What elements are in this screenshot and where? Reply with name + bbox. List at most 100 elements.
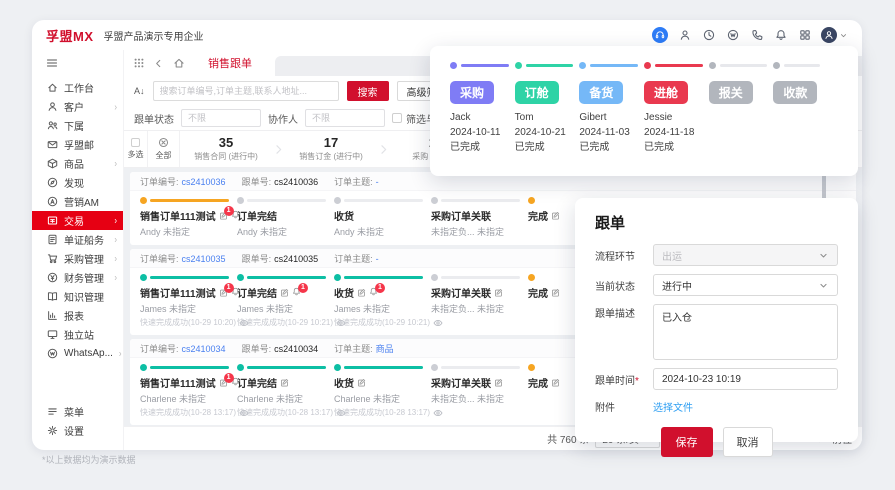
sidebar-item-book[interactable]: 知识管理 — [32, 287, 123, 306]
step-line — [247, 199, 326, 202]
related-to-me-checkbox[interactable] — [392, 113, 402, 123]
product-icon — [46, 158, 58, 170]
step-title: 订单完结 1 — [237, 282, 326, 300]
sort-icon[interactable]: A↓ — [134, 86, 145, 96]
sidebar-item-menu[interactable]: 菜单 — [32, 402, 123, 421]
timeline-step: 订单完结 Andy 未指定 — [237, 196, 334, 238]
back-chevron-icon[interactable] — [152, 57, 165, 70]
workflow-step-badge[interactable]: 进舱 — [644, 81, 689, 104]
step-track — [237, 196, 326, 205]
step-status: 快速完成成功(10-28 13:17) — [140, 407, 249, 418]
sidebar-item-doc[interactable]: 单证船务 › — [32, 230, 123, 249]
workflow-line — [784, 64, 820, 67]
edit-icon[interactable] — [551, 211, 560, 220]
sidebar-item-home[interactable]: 工作台 — [32, 78, 123, 97]
phone-icon[interactable] — [749, 28, 764, 43]
choose-file-link[interactable]: 选择文件 — [653, 399, 693, 414]
home-icon[interactable] — [172, 57, 185, 70]
apps-grid-icon[interactable] — [132, 57, 145, 70]
step-assignees: Charlene 未指定 — [237, 394, 304, 404]
step-title: 销售订单111测试 1 — [140, 282, 239, 300]
step-track — [237, 363, 326, 372]
workflow-step-badge[interactable]: 报关 — [708, 81, 753, 104]
step-line — [441, 366, 520, 369]
step-dot — [431, 197, 438, 204]
subject-link[interactable]: - — [376, 177, 379, 187]
timeline-step: 销售订单111测试 1 James 未指定 快速完成成功(10-29 10:20) — [140, 273, 249, 328]
step-line — [150, 366, 229, 369]
description-textarea[interactable]: 已入仓 — [653, 304, 838, 360]
collaborator-input[interactable] — [305, 109, 385, 127]
sidebar-item-subs[interactable]: 下属 — [32, 116, 123, 135]
sidebar-item-wa[interactable]: WhatsAp... › — [32, 344, 123, 363]
sidebar-item-label: 交易 — [64, 217, 84, 228]
save-button[interactable]: 保存 — [660, 427, 713, 457]
sidebar-item-am[interactable]: 营销AM — [32, 192, 123, 211]
sidebar-item-mail[interactable]: 孚盟邮 — [32, 135, 123, 154]
sidebar-item-label: 工作台 — [64, 84, 94, 95]
tracking-time-input[interactable] — [653, 368, 838, 390]
search-input[interactable] — [152, 81, 339, 101]
sidebar-item-person[interactable]: 客户 › — [32, 97, 123, 116]
workflow-dot — [514, 62, 522, 69]
support-icon[interactable] — [652, 27, 668, 43]
all-filter[interactable]: 全部 — [148, 131, 180, 167]
edit-icon[interactable] — [280, 288, 289, 297]
edit-icon[interactable] — [357, 378, 366, 387]
workflow-step-badge[interactable]: 采购 — [450, 81, 495, 104]
whatsapp-icon[interactable] — [725, 28, 740, 43]
multi-select-toggle[interactable]: 多选 — [124, 131, 148, 167]
stat-item[interactable]: 17 销售订金 (进行中) — [285, 131, 377, 167]
sidebar-item-coin[interactable]: 财务管理 › — [32, 268, 123, 287]
sidebar-collapse-icon[interactable] — [32, 52, 123, 78]
subject-link[interactable]: - — [376, 254, 379, 264]
search-button[interactable]: 搜索 — [346, 81, 389, 101]
workflow-step-badge[interactable]: 订舱 — [514, 81, 559, 104]
chevron-right-icon: › — [118, 347, 122, 360]
stat-number: 35 — [218, 135, 234, 150]
step-line — [441, 199, 520, 202]
notification-badge: 1 — [375, 282, 385, 293]
marketing-icon — [46, 196, 58, 208]
order-no-link[interactable]: cs2410036 — [182, 177, 226, 187]
order-no-link[interactable]: cs2410035 — [182, 254, 226, 264]
sidebar-item-chart[interactable]: 报表 — [32, 306, 123, 325]
bell-icon[interactable] — [773, 28, 788, 43]
workflow-step-badge[interactable]: 收款 — [773, 81, 818, 104]
sidebar-item-compass[interactable]: 发现 — [32, 173, 123, 192]
multi-select-checkbox[interactable] — [131, 138, 140, 147]
sidebar-item-gear[interactable]: 设置 — [32, 421, 123, 440]
workflow-track-segment — [773, 62, 838, 69]
edit-icon[interactable] — [494, 378, 503, 387]
step-track — [334, 273, 423, 282]
user-avatar[interactable] — [821, 27, 848, 43]
tracking-status-input[interactable] — [181, 109, 261, 127]
user-icon[interactable] — [677, 28, 692, 43]
stat-item[interactable]: 35 销售合同 (进行中) — [180, 131, 272, 167]
order-no-link[interactable]: cs2410034 — [182, 344, 226, 354]
sidebar-item-box[interactable]: 商品 › — [32, 154, 123, 173]
sidebar-item-monitor[interactable]: 独立站 — [32, 325, 123, 344]
edit-icon[interactable] — [551, 378, 560, 387]
edit-icon[interactable] — [357, 288, 366, 297]
tab-sales-tracking[interactable]: 销售跟单 — [192, 50, 268, 76]
edit-icon[interactable] — [551, 288, 560, 297]
multi-select-label: 多选 — [127, 150, 144, 159]
sidebar-item-trade[interactable]: 交易 › — [32, 211, 123, 230]
step-track — [140, 196, 229, 205]
workflow-date: 2024-11-03 — [579, 127, 630, 138]
history-icon[interactable] — [701, 28, 716, 43]
edit-icon[interactable] — [494, 288, 503, 297]
workflow-step-badge[interactable]: 备货 — [579, 81, 624, 104]
workflow-date: 2024-10-21 — [514, 127, 566, 138]
subject-link[interactable]: 商品 — [376, 344, 394, 354]
apps-icon[interactable] — [797, 28, 812, 43]
cancel-button[interactable]: 取消 — [722, 427, 773, 457]
notification-bell-icon[interactable]: 1 — [369, 282, 385, 299]
edit-icon[interactable] — [280, 378, 289, 387]
sidebar-item-cart[interactable]: 采购管理 › — [32, 249, 123, 268]
stage-select[interactable]: 出运 — [653, 244, 838, 266]
notification-bell-icon[interactable]: 1 — [292, 282, 308, 299]
workflow-track-segment — [708, 62, 774, 69]
current-status-select[interactable]: 进行中 — [653, 274, 838, 296]
